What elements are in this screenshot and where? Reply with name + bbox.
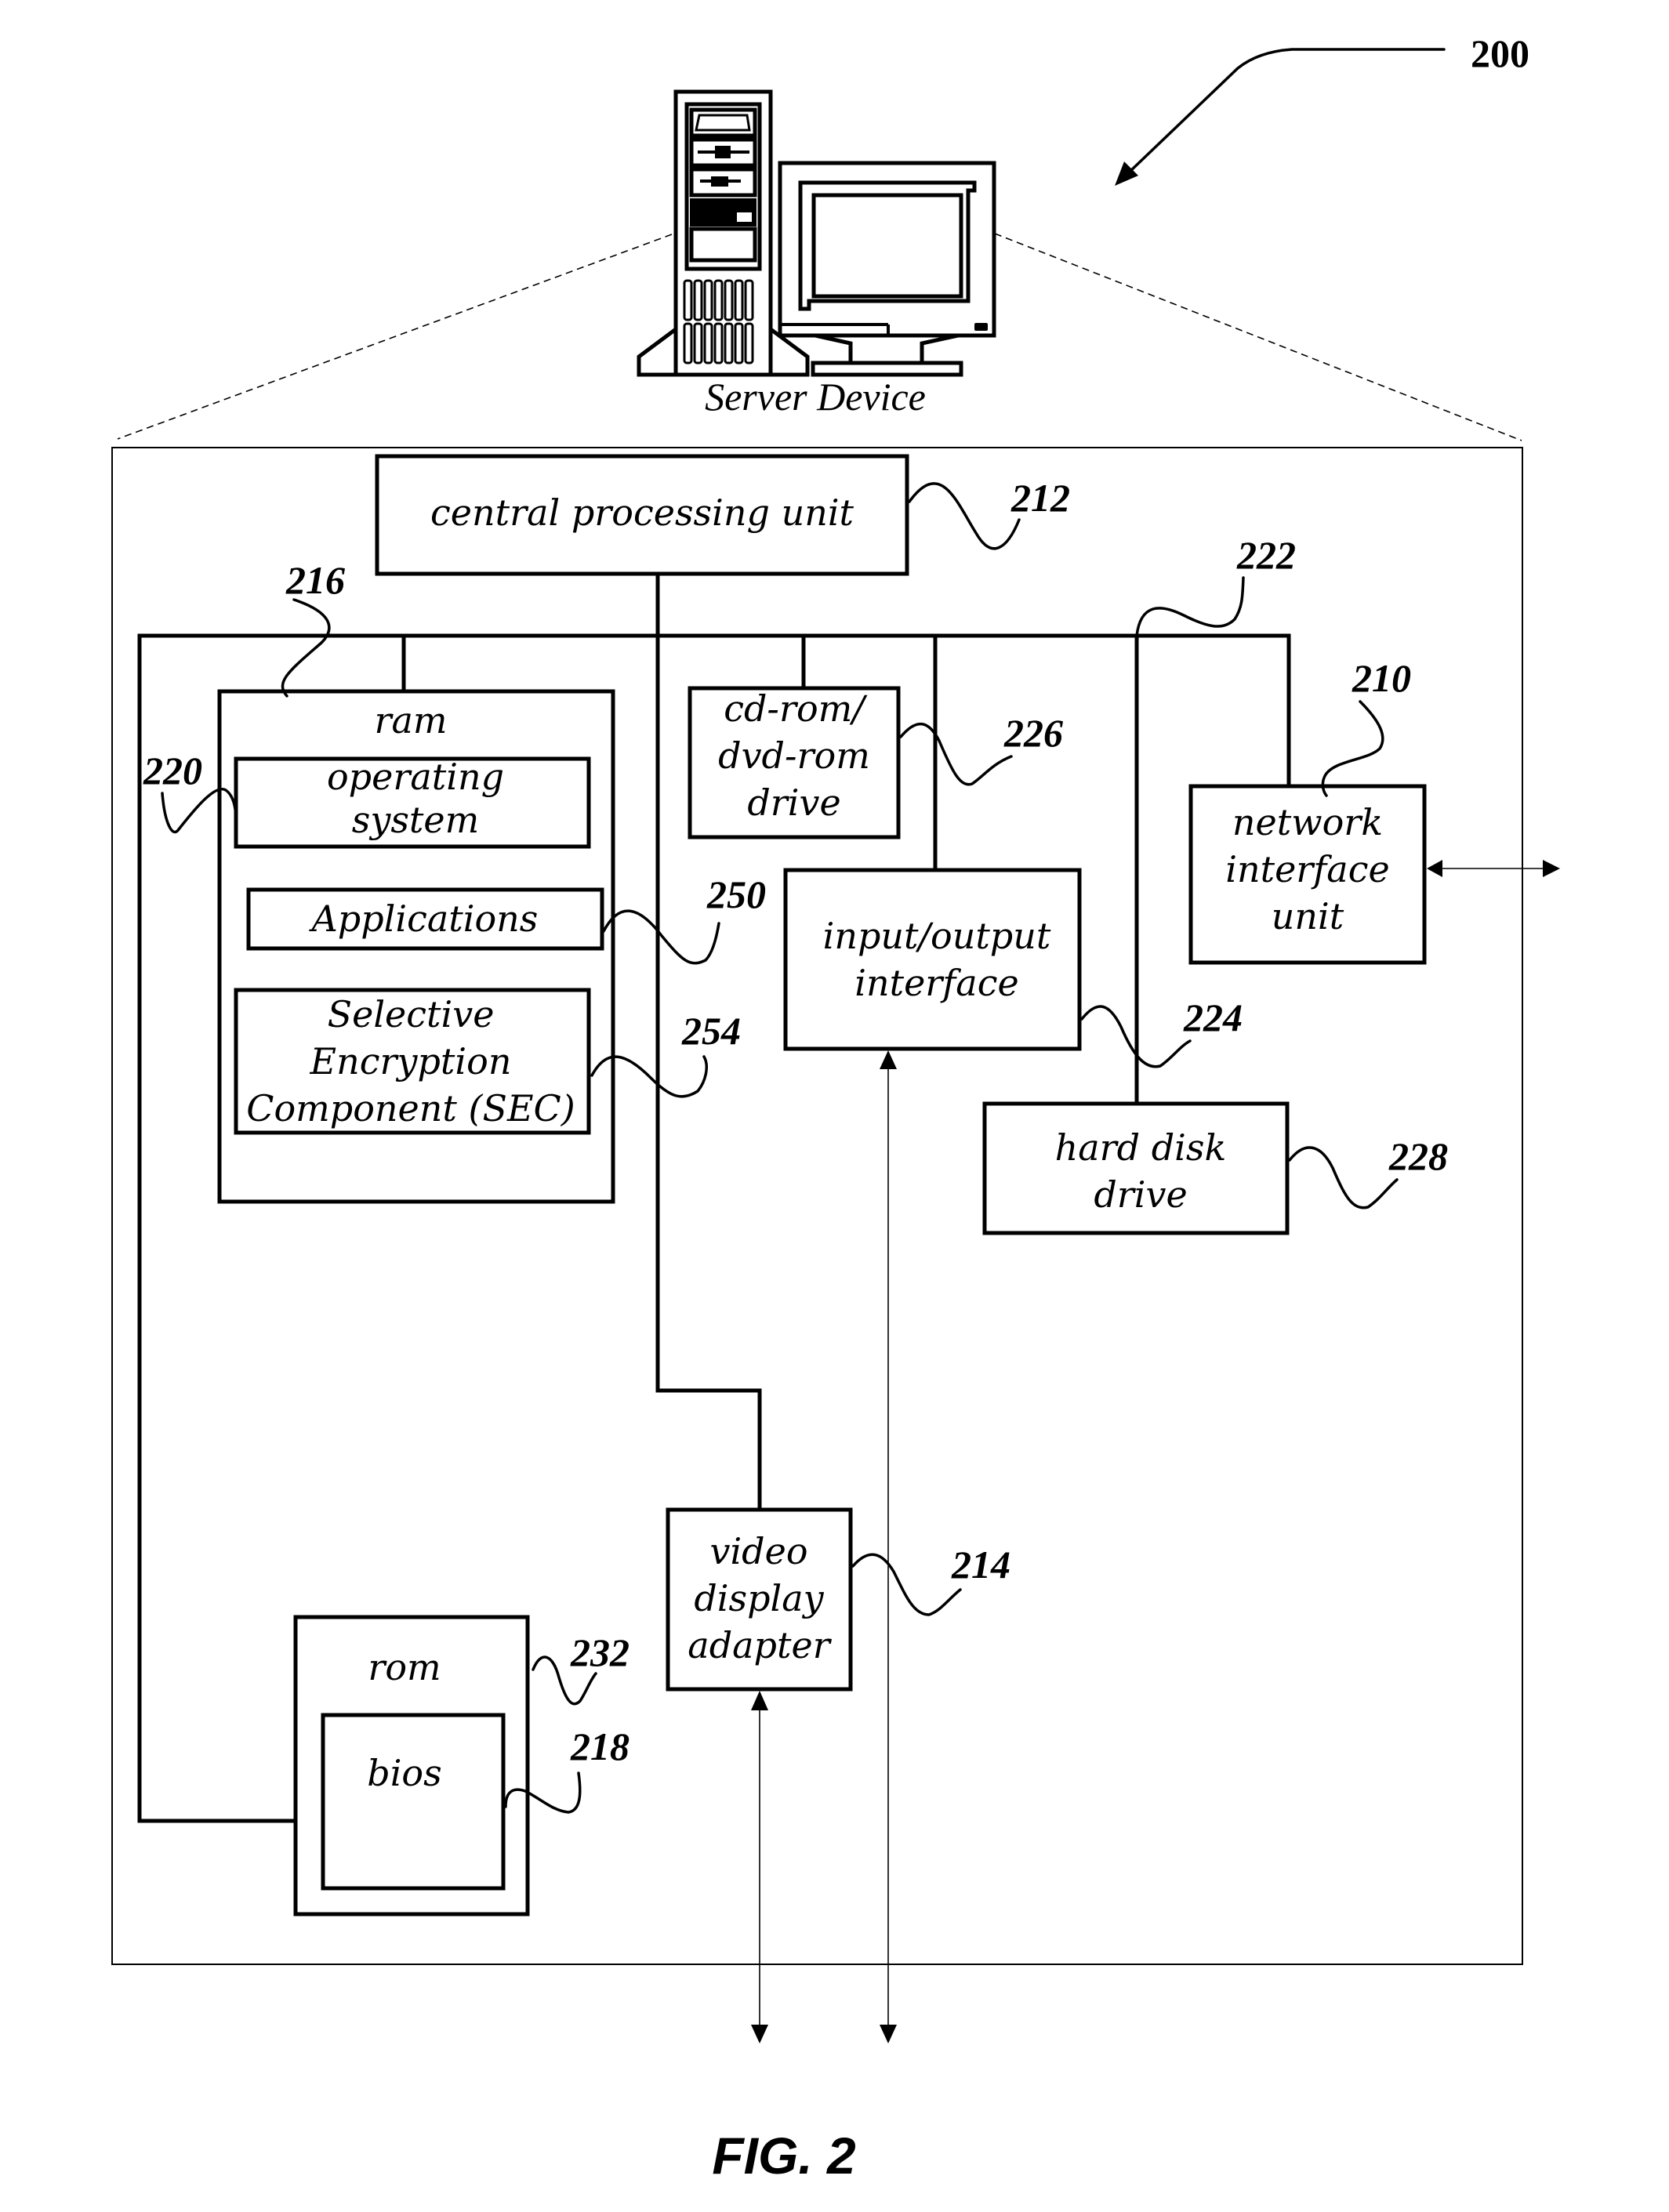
ref-254: 254 xyxy=(681,1009,741,1053)
arrow-left-icon xyxy=(1427,860,1442,877)
patent-figure: 200 Server Device central processing uni… xyxy=(111,31,1560,2185)
selective-encryption-component-block[interactable]: Selective Encryption Component (SEC) xyxy=(234,988,591,1135)
ref-212: 212 xyxy=(1010,476,1070,520)
ref-222: 222 xyxy=(1236,533,1296,577)
operating-system-block[interactable]: operating system xyxy=(234,756,591,849)
ref-250: 250 xyxy=(706,872,766,916)
arrow-down-icon xyxy=(751,2025,768,2043)
sec-label-line2: Encryption xyxy=(310,1040,512,1082)
rom-label: rom xyxy=(368,1646,441,1688)
arrow-up-icon xyxy=(751,1691,768,1710)
cdrom-dvdrom-drive-block[interactable]: cd-rom/ dvd-rom drive xyxy=(688,686,901,839)
ref-220: 220 xyxy=(143,749,202,792)
io-label-line2: interface xyxy=(854,962,1018,1004)
cpu-label: central processing unit xyxy=(430,491,854,534)
ref-218: 218 xyxy=(570,1724,630,1768)
network-connection-arrow xyxy=(1427,860,1560,877)
ref-228: 228 xyxy=(1388,1134,1448,1178)
ref-200: 200 xyxy=(1471,31,1529,75)
nic-label-line1: network xyxy=(1232,801,1383,843)
network-interface-unit-block[interactable]: network interface unit xyxy=(1188,784,1427,965)
video-label-line1: video xyxy=(709,1530,807,1572)
nic-label-line2: interface xyxy=(1225,848,1389,890)
applications-block[interactable]: Applications xyxy=(246,887,604,951)
io-label-line1: input/output xyxy=(823,915,1051,957)
video-output-arrow xyxy=(751,1691,768,2043)
video-label-line3: adapter xyxy=(688,1624,832,1666)
sec-label-line1: Selective xyxy=(328,993,495,1035)
figure-label: FIG. 2 xyxy=(712,2127,856,2185)
bios-label: bios xyxy=(367,1752,441,1794)
io-interface-block[interactable]: input/output interface xyxy=(783,868,1082,1051)
hdd-label-line1: hard disk xyxy=(1055,1126,1227,1169)
applications-label: Applications xyxy=(309,897,539,940)
device-caption: Server Device xyxy=(705,375,926,419)
hard-disk-drive-block[interactable]: hard disk drive xyxy=(982,1101,1290,1235)
arrow-right-icon xyxy=(1543,860,1560,877)
nic-label-line3: unit xyxy=(1272,895,1344,937)
arrow-down-icon xyxy=(880,2025,897,2043)
cdrom-label-line3: drive xyxy=(747,781,840,824)
server-computer-icon: Server Device xyxy=(637,89,996,419)
os-label-line1: operating xyxy=(327,756,504,798)
ref-214: 214 xyxy=(951,1543,1010,1586)
ram-label: ram xyxy=(374,699,447,742)
cdrom-label-line1: cd-rom/ xyxy=(724,687,868,730)
ref-224: 224 xyxy=(1183,995,1243,1039)
bios-block[interactable]: bios xyxy=(321,1713,506,1891)
projection-line-left xyxy=(117,234,673,440)
cpu-block[interactable]: central processing unit xyxy=(375,454,909,576)
ref-210: 210 xyxy=(1352,656,1411,700)
ref-226: 226 xyxy=(1003,711,1063,755)
sec-label-line3: Component (SEC) xyxy=(246,1087,575,1130)
cdrom-label-line2: dvd-rom xyxy=(718,734,870,777)
ref-232: 232 xyxy=(570,1630,630,1674)
ref-216: 216 xyxy=(285,558,345,602)
io-external-arrow xyxy=(880,1050,897,2043)
video-label-line2: display xyxy=(694,1577,824,1619)
projection-line-right xyxy=(994,233,1522,441)
video-display-adapter-block[interactable]: video display adapter xyxy=(666,1507,853,1692)
arrow-up-icon xyxy=(880,1050,897,1069)
hdd-label-line2: drive xyxy=(1094,1173,1187,1216)
os-label-line2: system xyxy=(352,799,480,841)
figure-reference-200: 200 xyxy=(1115,31,1529,186)
